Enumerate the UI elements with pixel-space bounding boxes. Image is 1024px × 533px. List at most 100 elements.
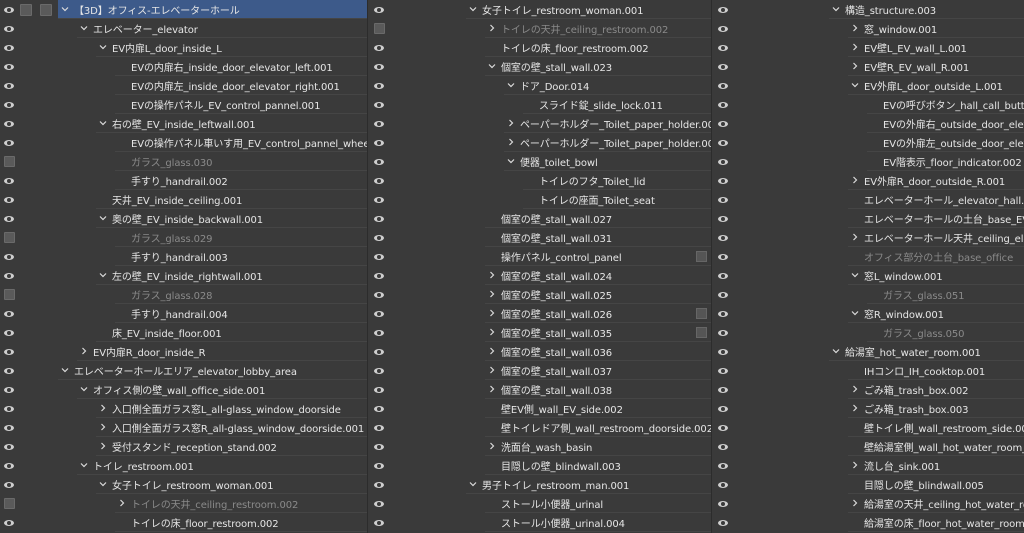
layer-name[interactable]: 目隠しの壁_blindwall.003 [499,458,621,473]
layer-row[interactable]: ごみ箱_trash_box.003 [712,399,1024,418]
layer-row[interactable]: 床_EV_inside_floor.001 [0,323,367,342]
layer-row[interactable]: エレベーターホール_elevator_hall.001 [712,190,1024,209]
visibility-eye-icon[interactable] [714,19,732,38]
layer-row[interactable]: EV壁L_EV_wall_L.001 [712,38,1024,57]
layer-row[interactable]: 個室の壁_stall_wall.037 [368,361,711,380]
visibility-eye-icon[interactable] [714,152,732,171]
layer-name[interactable]: ガラス_glass.030 [129,154,212,169]
layer-row[interactable]: 目隠しの壁_blindwall.005 [712,475,1024,494]
visibility-eye-icon[interactable] [370,380,388,399]
layer-name[interactable]: EV壁R_EV_wall_R.001 [862,59,969,74]
layer-row[interactable]: 左の壁_EV_inside_rightwall.001 [0,266,367,285]
layer-row[interactable]: EV階表示_floor_indicator.002 [712,152,1024,171]
layer-name[interactable]: 床_EV_inside_floor.001 [110,325,222,340]
layer-name[interactable]: ガラス_glass.028 [129,287,212,302]
visibility-eye-icon[interactable] [714,190,732,209]
visibility-eye-icon[interactable] [714,266,732,285]
visibility-eye-icon[interactable] [370,285,388,304]
chevron-right-icon[interactable] [96,399,110,418]
chevron-down-icon[interactable] [96,209,110,228]
visibility-eye-icon[interactable] [370,247,388,266]
layer-name[interactable]: エレベーターホール_elevator_hall.001 [862,192,1024,207]
visibility-eye-icon[interactable] [714,114,732,133]
layer-row[interactable]: トイレ_restroom.001 [0,456,367,475]
visibility-eye-icon[interactable] [370,114,388,133]
layer-name[interactable]: 男子トイレ_restroom_man.001 [480,477,629,492]
layer-row[interactable]: トイレの床_floor_restroom.002 [0,513,367,532]
layer-row[interactable]: 給湯室の床_floor_hot_water_room.001 [712,513,1024,532]
chevron-down-icon[interactable] [77,456,91,475]
layer-name[interactable]: 洗面台_wash_basin [499,439,592,454]
visibility-eye-icon[interactable] [714,247,732,266]
layer-row[interactable]: エレベーターホールエリア_elevator_lobby_area [0,361,367,380]
layer-row[interactable]: EV内扉R_door_inside_R [0,342,367,361]
layer-name[interactable]: 天井_EV_inside_ceiling.001 [110,192,242,207]
chevron-down-icon[interactable] [58,0,72,19]
visibility-eye-icon[interactable] [714,380,732,399]
visibility-eye-icon[interactable] [714,228,732,247]
layer-row[interactable]: 便器_toilet_bowl [368,152,711,171]
layer-name[interactable]: 奥の壁_EV_inside_backwall.001 [110,211,263,226]
layer-name[interactable]: 窓R_window.001 [862,306,944,321]
layer-row[interactable]: EV外扉L_door_outside_L.001 [712,76,1024,95]
layer-row[interactable]: 女子トイレ_restroom_woman.001 [368,0,711,19]
layer-name[interactable]: ストール小便器_urinal [499,496,603,511]
visibility-eye-icon[interactable] [0,0,18,19]
visibility-eye-icon[interactable] [714,304,732,323]
layer-row[interactable]: トイレの座面_Toilet_seat [368,190,711,209]
layer-lock-toggles[interactable] [20,4,52,16]
visibility-eye-icon[interactable] [0,171,18,190]
visibility-eye-icon[interactable] [714,418,732,437]
layer-row[interactable]: エレベーター_elevator [0,19,367,38]
layer-flag-box[interactable] [696,251,707,262]
layer-row[interactable]: 操作パネル_control_panel [368,247,711,266]
visibility-eye-icon[interactable] [714,57,732,76]
visibility-eye-icon[interactable] [0,475,18,494]
layer-name[interactable]: ガラス_glass.029 [129,230,212,245]
layer-row[interactable]: EV外扉R_door_outside_R.001 [712,171,1024,190]
layer-name[interactable]: 流し台_sink.001 [862,458,940,473]
layer-name[interactable]: 女子トイレ_restroom_woman.001 [480,2,643,17]
visibility-eye-icon[interactable] [0,190,18,209]
visibility-eye-icon[interactable] [0,399,18,418]
chevron-down-icon[interactable] [96,475,110,494]
chevron-right-icon[interactable] [115,494,129,513]
layer-name[interactable]: 窓L_window.001 [862,268,943,283]
visibility-eye-icon[interactable] [370,342,388,361]
layer-name[interactable]: EV外扉R_door_outside_R.001 [862,173,1005,188]
layer-row[interactable]: トイレの天井_ceiling_restroom.002 [368,19,711,38]
layer-name[interactable]: トイレの床_floor_restroom.002 [499,40,649,55]
visibility-eye-icon[interactable] [370,418,388,437]
visibility-eye-icon[interactable] [0,380,18,399]
chevron-right-icon[interactable] [485,361,499,380]
layer-name[interactable]: トイレの床_floor_restroom.002 [129,515,279,530]
layer-row[interactable]: 個室の壁_stall_wall.036 [368,342,711,361]
layer-name[interactable]: オフィス部分の土台_base_office [862,249,1013,264]
layer-row[interactable]: 【3D】オフィス-エレベーターホール [0,0,367,19]
visibility-eye-icon[interactable] [0,304,18,323]
layer-row[interactable]: 手すり_handrail.002 [0,171,367,190]
visibility-eye-icon[interactable] [370,456,388,475]
layer-name[interactable]: 目隠しの壁_blindwall.005 [862,477,984,492]
visibility-eye-icon[interactable] [370,266,388,285]
visibility-eye-icon[interactable] [714,95,732,114]
chevron-right-icon[interactable] [485,19,499,38]
layer-name[interactable]: エレベーター_elevator [91,21,198,36]
layer-row[interactable]: 個室の壁_stall_wall.025 [368,285,711,304]
layer-name[interactable]: 左の壁_EV_inside_rightwall.001 [110,268,263,283]
layer-row[interactable]: ガラス_glass.030 [0,152,367,171]
layer-row[interactable]: EVの操作パネル車いす用_EV_control_pannel_wheelchai… [0,133,367,152]
layer-name[interactable]: 個室の壁_stall_wall.031 [499,230,612,245]
layer-name[interactable]: ドア_Door.014 [518,78,589,93]
layer-row[interactable]: 洗面台_wash_basin [368,437,711,456]
visibility-eye-icon[interactable] [370,95,388,114]
layer-name[interactable]: 入口側全面ガラス窓R_all-glass_window_doorside.001 [110,420,364,435]
layer-row[interactable]: ガラス_glass.051 [712,285,1024,304]
layer-row[interactable]: 窓_window.001 [712,19,1024,38]
layer-row[interactable]: ペーパーホルダー_Toilet_paper_holder.003 [368,114,711,133]
chevron-right-icon[interactable] [504,133,518,152]
chevron-down-icon[interactable] [485,57,499,76]
layer-name[interactable]: 個室の壁_stall_wall.038 [499,382,612,397]
layer-name[interactable]: EVの呼びボタン_hall_call_button.003 [881,97,1024,112]
layer-name[interactable]: 手すり_handrail.003 [129,249,228,264]
